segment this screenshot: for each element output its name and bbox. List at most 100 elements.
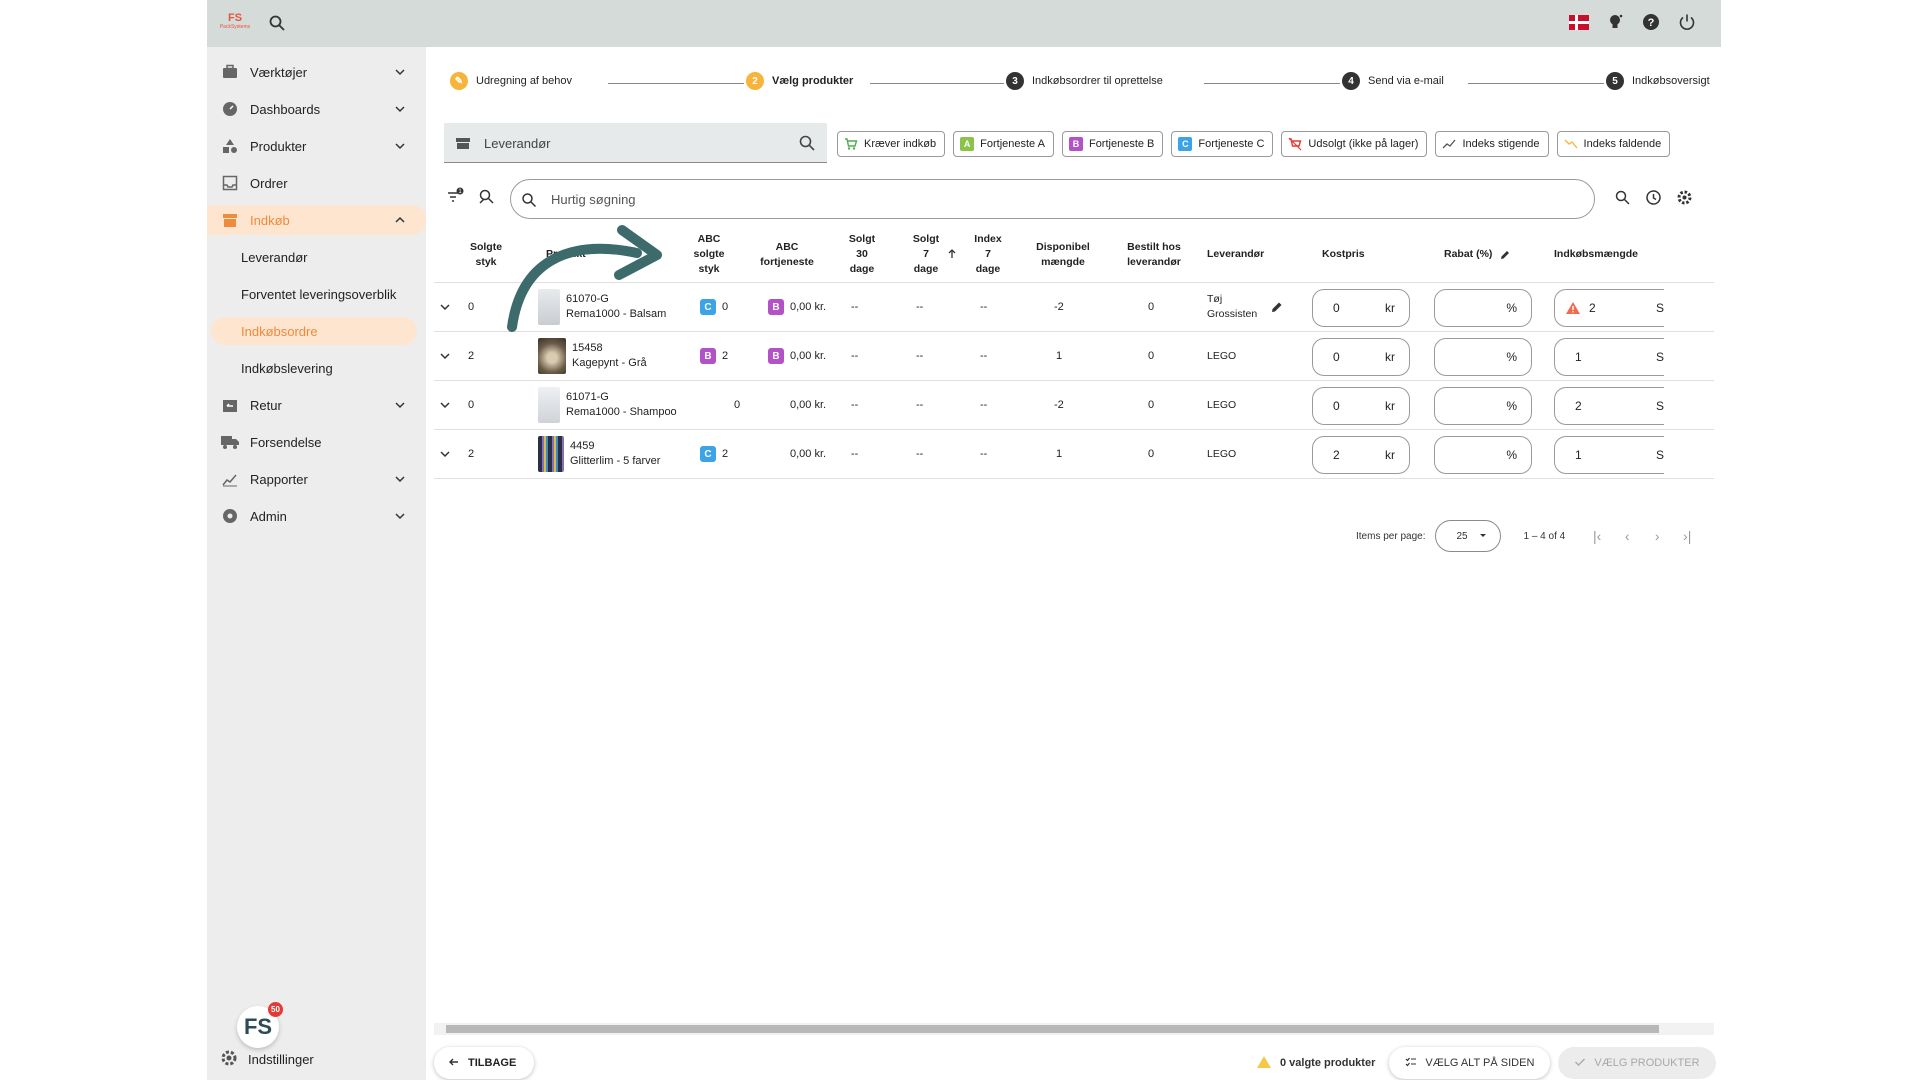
quick-search-input[interactable]: Hurtig søgning <box>510 179 1595 219</box>
col-header-index-7[interactable]: Index 7 dage <box>970 227 1006 282</box>
expand-chevron-icon[interactable] <box>438 332 456 380</box>
select-all-button[interactable]: VÆLG ALT PÅ SIDEN <box>1389 1047 1551 1079</box>
table-row[interactable]: 2 15458 Kagepynt - Grå B2 B 0,00 kr. -- --… <box>434 332 1714 381</box>
rabat-input[interactable]: % <box>1434 289 1532 327</box>
edit-icon[interactable] <box>1270 283 1284 331</box>
table-row[interactable]: 2 4459 Glitterlim - 5 farver C2 0,00 kr. … <box>434 430 1714 479</box>
cell-produkt[interactable]: 15458 Kagepynt - Grå <box>538 332 647 380</box>
first-page-icon[interactable]: |‹ <box>1589 528 1605 544</box>
col-header-abc-solgte[interactable]: ABC solgte styk <box>684 227 734 282</box>
footer-actions: 0 valgte produkter VÆLG ALT PÅ SIDEN VÆL… <box>1256 1047 1716 1079</box>
kostpris-input[interactable]: 0 kr <box>1312 387 1410 425</box>
cell-solgt-30: -- <box>851 350 859 362</box>
rabat-input[interactable]: % <box>1434 436 1532 474</box>
next-page-icon[interactable]: › <box>1649 528 1665 544</box>
indkoebsmaengde-input[interactable]: 1 S <box>1554 436 1664 474</box>
cell-produkt[interactable]: 4459 Glitterlim - 5 farver <box>538 430 660 478</box>
filter-kraever-indkoeb[interactable]: Kræver indkøb <box>837 131 946 157</box>
input-value: 2 <box>1589 301 1596 315</box>
horizontal-scrollbar[interactable] <box>434 1023 1714 1035</box>
table-row[interactable]: 0 61071-G Rema1000 - Shampoo 0 0,00 kr. -… <box>434 381 1714 430</box>
step-divider <box>1468 83 1604 84</box>
sidebar-item-produkter[interactable]: Produkter <box>207 131 426 161</box>
table-row[interactable]: 0 61070-G Rema1000 - Balsam C0 B 0,00 kr. … <box>434 283 1714 332</box>
sidebar-subitem-leverandoer[interactable]: Leverandør <box>241 243 307 271</box>
col-header-solgt-7[interactable]: Solgt 7 dage <box>908 227 944 282</box>
indkoebsmaengde-input[interactable]: 2 S <box>1554 387 1664 425</box>
sidebar-item-vaerktoejer[interactable]: Værktøjer <box>207 57 426 87</box>
step-3[interactable]: 3 Indkøbsordrer til oprettelse <box>1006 72 1163 90</box>
sidebar-item-ordrer[interactable]: Ordrer <box>207 168 426 198</box>
col-header-bestilt[interactable]: Bestilt hos leverandør <box>1114 227 1194 282</box>
indkoebsmaengde-input[interactable]: 1 S <box>1554 338 1664 376</box>
search-icon[interactable] <box>268 14 286 32</box>
expand-chevron-icon[interactable] <box>438 430 456 478</box>
step-2[interactable]: 2 Vælg produkter <box>746 72 853 90</box>
gear-icon[interactable] <box>1676 189 1693 206</box>
expand-chevron-icon[interactable] <box>438 381 456 429</box>
filter-fortjeneste-b[interactable]: B Fortjeneste B <box>1061 131 1164 157</box>
rabat-input[interactable]: % <box>1434 387 1532 425</box>
step-5[interactable]: 5 Indkøbsoversigt <box>1606 72 1710 90</box>
rabat-input[interactable]: % <box>1434 338 1532 376</box>
sidebar-item-retur[interactable]: Retur <box>207 390 426 420</box>
kostpris-input[interactable]: 0 kr <box>1312 289 1410 327</box>
col-header-rabat[interactable]: Rabat (%) <box>1444 227 1504 282</box>
scrollbar-thumb[interactable] <box>446 1025 1659 1033</box>
col-header-leverandoer[interactable]: Leverandør <box>1207 227 1277 282</box>
input-unit: S <box>1655 399 1664 413</box>
supplier-select[interactable]: Leverandør <box>444 123 827 163</box>
sidebar-item-indkoeb[interactable]: Indkøb <box>207 205 426 235</box>
step-4[interactable]: 4 Send via e-mail <box>1342 72 1444 90</box>
back-button[interactable]: TILBAGE <box>434 1047 535 1079</box>
col-header-solgte[interactable]: Solgte styk <box>464 227 508 282</box>
kostpris-input[interactable]: 2 kr <box>1312 436 1410 474</box>
sidebar-item-dashboards[interactable]: Dashboards <box>207 94 426 124</box>
app-badge-logo[interactable]: FS 50 <box>237 1002 283 1048</box>
select-products-button[interactable]: VÆLG PRODUKTER <box>1558 1047 1716 1079</box>
filter-udsolgt[interactable]: Udsolgt (ikke på lager) <box>1281 131 1428 157</box>
cell-abc-solgte: C0 <box>700 283 728 331</box>
history-icon[interactable] <box>1645 189 1662 206</box>
step-1[interactable]: ✎ Udregning af behov <box>450 72 572 90</box>
last-page-icon[interactable]: ›| <box>1679 528 1695 544</box>
col-header-kostpris[interactable]: Kostpris <box>1322 227 1382 282</box>
filter-indeks-faldende[interactable]: Indeks faldende <box>1556 131 1671 157</box>
help-icon[interactable]: ? <box>1641 12 1661 32</box>
zoom-search-icon[interactable] <box>1614 189 1631 206</box>
expand-chevron-icon[interactable] <box>438 283 456 331</box>
sidebar-item-label: Rapporter <box>250 471 308 487</box>
sidebar-subitem-indkoebsordre[interactable]: Indkøbsordre <box>211 317 417 345</box>
grade-a-icon: A <box>960 137 975 151</box>
col-header-solgt-30[interactable]: Solgt 30 dage <box>844 227 880 282</box>
cell-produkt[interactable]: 61071-G Rema1000 - Shampoo <box>538 381 677 429</box>
sidebar-item-admin[interactable]: Admin <box>207 501 426 531</box>
sidebar-subitem-forventet[interactable]: Forventet leveringsoverblik <box>241 280 396 308</box>
filter-indeks-stigende[interactable]: Indeks stigende <box>1435 131 1549 157</box>
filter-fortjeneste-a[interactable]: A Fortjeneste A <box>953 131 1054 157</box>
person-search-icon[interactable] <box>478 187 496 205</box>
cell-produkt[interactable]: 61070-G Rema1000 - Balsam <box>538 283 666 331</box>
filter-fortjeneste-c[interactable]: C Fortjeneste C <box>1171 131 1274 157</box>
items-per-page-select[interactable]: 25 <box>1435 520 1502 552</box>
app-logo[interactable]: FS PackSystems <box>219 12 251 36</box>
power-icon[interactable] <box>1677 12 1697 32</box>
indkoebsmaengde-input[interactable]: 2 S <box>1554 289 1664 327</box>
lightbulb-icon[interactable] <box>1605 12 1625 32</box>
kostpris-input[interactable]: 0 kr <box>1312 338 1410 376</box>
product-name: Rema1000 - Shampoo <box>566 406 677 418</box>
sort-ascending-icon[interactable] <box>946 247 958 259</box>
filter-list-icon[interactable]: 1 <box>446 187 464 205</box>
col-header-produkt[interactable]: Produkt <box>546 227 646 282</box>
col-header-abc-fortjeneste[interactable]: ABC fortjeneste <box>752 227 822 282</box>
settings-item[interactable]: Indstillinger <box>221 1050 314 1069</box>
edit-icon[interactable] <box>1499 248 1511 260</box>
col-header-disponibel[interactable]: Disponibel mængde <box>1028 227 1098 282</box>
prev-page-icon[interactable]: ‹ <box>1619 528 1635 544</box>
col-header-indkoebsmaengde[interactable]: Indkøbsmængde <box>1554 227 1664 282</box>
sidebar-item-rapporter[interactable]: Rapporter <box>207 464 426 494</box>
sidebar-item-forsendelse[interactable]: Forsendelse <box>207 427 426 457</box>
search-icon[interactable] <box>798 134 816 152</box>
sidebar-subitem-indkoebslevering[interactable]: Indkøbslevering <box>241 354 333 382</box>
danish-flag-icon[interactable] <box>1569 12 1589 32</box>
